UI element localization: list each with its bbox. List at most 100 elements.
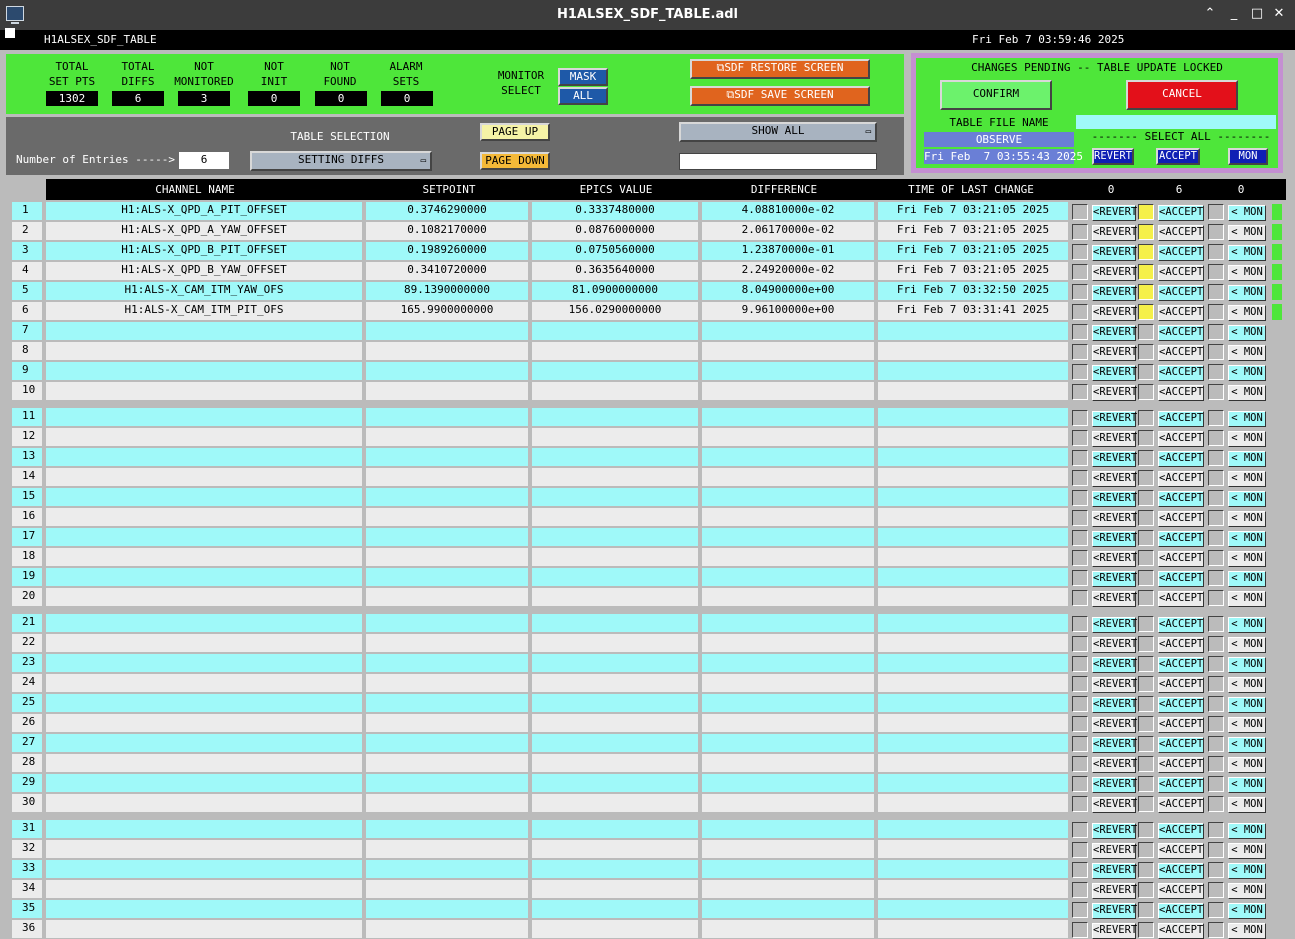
revert-checkbox[interactable] <box>1072 676 1088 692</box>
revert-button[interactable]: <REVERT <box>1092 511 1137 527</box>
revert-button[interactable]: <REVERT <box>1092 551 1137 567</box>
mon-button[interactable]: < MON <box>1228 863 1266 879</box>
select-all-mon-button[interactable]: MON <box>1228 148 1268 165</box>
accept-checkbox[interactable] <box>1138 550 1154 566</box>
mon-checkbox[interactable] <box>1208 716 1224 732</box>
revert-button[interactable]: <REVERT <box>1092 777 1137 793</box>
mon-checkbox[interactable] <box>1208 796 1224 812</box>
mon-button[interactable]: < MON <box>1228 551 1266 567</box>
revert-checkbox[interactable] <box>1072 590 1088 606</box>
confirm-button[interactable]: CONFIRM <box>940 80 1052 110</box>
revert-button[interactable]: <REVERT <box>1092 903 1137 919</box>
accept-button[interactable]: <ACCEPT <box>1158 657 1204 673</box>
accept-checkbox[interactable] <box>1138 716 1154 732</box>
mon-checkbox[interactable] <box>1208 490 1224 506</box>
accept-checkbox[interactable] <box>1138 450 1154 466</box>
accept-checkbox[interactable] <box>1138 264 1154 280</box>
accept-checkbox[interactable] <box>1138 756 1154 772</box>
revert-button[interactable]: <REVERT <box>1092 385 1137 401</box>
revert-checkbox[interactable] <box>1072 616 1088 632</box>
revert-checkbox[interactable] <box>1072 410 1088 426</box>
mon-button[interactable]: < MON <box>1228 511 1266 527</box>
accept-checkbox[interactable] <box>1138 224 1154 240</box>
accept-checkbox[interactable] <box>1138 842 1154 858</box>
mon-button[interactable]: < MON <box>1228 677 1266 693</box>
mon-button[interactable]: < MON <box>1228 757 1266 773</box>
accept-button[interactable]: <ACCEPT <box>1158 265 1204 281</box>
revert-button[interactable]: <REVERT <box>1092 471 1137 487</box>
revert-checkbox[interactable] <box>1072 470 1088 486</box>
revert-checkbox[interactable] <box>1072 530 1088 546</box>
accept-checkbox[interactable] <box>1138 470 1154 486</box>
accept-button[interactable]: <ACCEPT <box>1158 451 1204 467</box>
accept-button[interactable]: <ACCEPT <box>1158 737 1204 753</box>
accept-button[interactable]: <ACCEPT <box>1158 883 1204 899</box>
accept-button[interactable]: <ACCEPT <box>1158 531 1204 547</box>
revert-button[interactable]: <REVERT <box>1092 491 1137 507</box>
mon-button[interactable]: < MON <box>1228 365 1266 381</box>
mon-checkbox[interactable] <box>1208 696 1224 712</box>
accept-button[interactable]: <ACCEPT <box>1158 411 1204 427</box>
mon-button[interactable]: < MON <box>1228 325 1266 341</box>
revert-button[interactable]: <REVERT <box>1092 843 1137 859</box>
mon-checkbox[interactable] <box>1208 304 1224 320</box>
revert-button[interactable]: <REVERT <box>1092 677 1137 693</box>
revert-checkbox[interactable] <box>1072 384 1088 400</box>
accept-button[interactable]: <ACCEPT <box>1158 345 1204 361</box>
mon-checkbox[interactable] <box>1208 244 1224 260</box>
accept-checkbox[interactable] <box>1138 736 1154 752</box>
accept-button[interactable]: <ACCEPT <box>1158 385 1204 401</box>
revert-button[interactable]: <REVERT <box>1092 757 1137 773</box>
revert-button[interactable]: <REVERT <box>1092 431 1137 447</box>
accept-button[interactable]: <ACCEPT <box>1158 471 1204 487</box>
mon-button[interactable]: < MON <box>1228 737 1266 753</box>
mon-button[interactable]: < MON <box>1228 591 1266 607</box>
filter-input[interactable] <box>679 153 877 170</box>
accept-button[interactable]: <ACCEPT <box>1158 365 1204 381</box>
revert-button[interactable]: <REVERT <box>1092 305 1137 321</box>
revert-checkbox[interactable] <box>1072 736 1088 752</box>
accept-button[interactable]: <ACCEPT <box>1158 285 1204 301</box>
menu-square-icon[interactable] <box>5 28 15 38</box>
accept-button[interactable]: <ACCEPT <box>1158 797 1204 813</box>
shade-icon[interactable]: ⌃ <box>1202 6 1218 22</box>
accept-checkbox[interactable] <box>1138 636 1154 652</box>
all-button[interactable]: ALL <box>558 87 608 105</box>
revert-button[interactable]: <REVERT <box>1092 285 1137 301</box>
revert-checkbox[interactable] <box>1072 204 1088 220</box>
revert-checkbox[interactable] <box>1072 324 1088 340</box>
mon-checkbox[interactable] <box>1208 636 1224 652</box>
mon-checkbox[interactable] <box>1208 470 1224 486</box>
accept-checkbox[interactable] <box>1138 590 1154 606</box>
revert-button[interactable]: <REVERT <box>1092 531 1137 547</box>
revert-checkbox[interactable] <box>1072 244 1088 260</box>
accept-checkbox[interactable] <box>1138 384 1154 400</box>
revert-checkbox[interactable] <box>1072 364 1088 380</box>
revert-button[interactable]: <REVERT <box>1092 737 1137 753</box>
mon-checkbox[interactable] <box>1208 430 1224 446</box>
accept-checkbox[interactable] <box>1138 676 1154 692</box>
mon-button[interactable]: < MON <box>1228 637 1266 653</box>
revert-button[interactable]: <REVERT <box>1092 637 1137 653</box>
maximize-icon[interactable]: □ <box>1249 6 1265 22</box>
mon-button[interactable]: < MON <box>1228 697 1266 713</box>
revert-checkbox[interactable] <box>1072 570 1088 586</box>
mon-button[interactable]: < MON <box>1228 717 1266 733</box>
accept-checkbox[interactable] <box>1138 430 1154 446</box>
show-all-dropdown[interactable]: SHOW ALL ▭ <box>679 122 877 142</box>
revert-checkbox[interactable] <box>1072 776 1088 792</box>
revert-checkbox[interactable] <box>1072 822 1088 838</box>
mon-button[interactable]: < MON <box>1228 883 1266 899</box>
accept-button[interactable]: <ACCEPT <box>1158 863 1204 879</box>
accept-checkbox[interactable] <box>1138 570 1154 586</box>
mon-button[interactable]: < MON <box>1228 471 1266 487</box>
mon-checkbox[interactable] <box>1208 736 1224 752</box>
mon-checkbox[interactable] <box>1208 264 1224 280</box>
accept-checkbox[interactable] <box>1138 862 1154 878</box>
revert-button[interactable]: <REVERT <box>1092 365 1137 381</box>
mon-checkbox[interactable] <box>1208 862 1224 878</box>
accept-button[interactable]: <ACCEPT <box>1158 697 1204 713</box>
accept-button[interactable]: <ACCEPT <box>1158 551 1204 567</box>
revert-checkbox[interactable] <box>1072 450 1088 466</box>
mon-button[interactable]: < MON <box>1228 451 1266 467</box>
